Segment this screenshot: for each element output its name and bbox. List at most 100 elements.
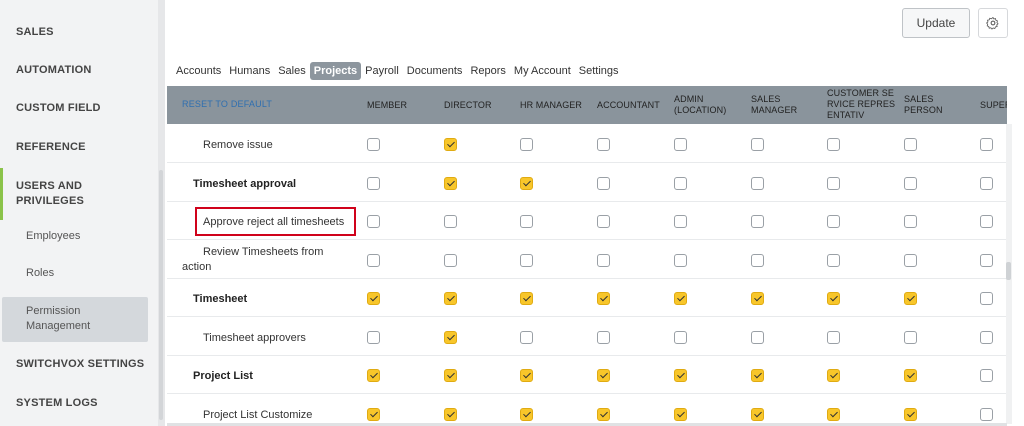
permission-checkbox[interactable] (674, 254, 687, 267)
permission-checkbox[interactable] (827, 177, 840, 190)
permission-checkbox[interactable] (827, 408, 840, 421)
permission-checkbox[interactable] (597, 215, 610, 228)
permission-checkbox[interactable] (597, 292, 610, 305)
sidebar-item-users-and-privileges[interactable]: USERS AND PRIVILEGES (0, 179, 110, 209)
row-label: Project List Customize (203, 409, 313, 421)
permission-checkbox[interactable] (751, 177, 764, 190)
permission-checkbox[interactable] (980, 408, 993, 421)
permission-checkbox[interactable] (520, 369, 533, 382)
permission-checkbox[interactable] (827, 215, 840, 228)
table-row (167, 278, 1007, 317)
sidebar-subitem-permission-management[interactable]: Permission Management (0, 304, 110, 334)
permission-checkbox[interactable] (444, 292, 457, 305)
permission-checkbox[interactable] (904, 369, 917, 382)
tab-my-account[interactable]: My Account (510, 62, 575, 80)
permission-checkbox[interactable] (751, 408, 764, 421)
permission-checkbox[interactable] (827, 292, 840, 305)
permission-checkbox[interactable] (444, 408, 457, 421)
row-label: Review Timesheets from action (182, 246, 324, 273)
permission-checkbox[interactable] (597, 254, 610, 267)
permission-checkbox[interactable] (367, 331, 380, 344)
permission-checkbox[interactable] (827, 331, 840, 344)
tab-repors[interactable]: Repors (466, 62, 509, 80)
sidebar-item-custom-field[interactable]: CUSTOM FIELD (0, 101, 158, 116)
tab-humans[interactable]: Humans (225, 62, 274, 80)
permission-checkbox[interactable] (751, 292, 764, 305)
permission-checkbox[interactable] (674, 292, 687, 305)
tab-projects[interactable]: Projects (309, 62, 362, 80)
permission-checkbox[interactable] (367, 408, 380, 421)
permission-checkbox[interactable] (751, 138, 764, 151)
tab-settings[interactable]: Settings (575, 62, 623, 80)
sidebar-scrollbar-thumb[interactable] (159, 170, 163, 420)
permission-checkbox[interactable] (367, 369, 380, 382)
sidebar-item-sales[interactable]: SALES (0, 25, 158, 40)
permission-checkbox[interactable] (444, 138, 457, 151)
permission-checkbox[interactable] (597, 369, 610, 382)
permission-checkbox[interactable] (904, 408, 917, 421)
permission-checkbox[interactable] (367, 215, 380, 228)
permission-checkbox[interactable] (751, 254, 764, 267)
sidebar-item-reference[interactable]: REFERENCE (0, 140, 158, 155)
permission-checkbox[interactable] (827, 138, 840, 151)
sidebar-subitem-roles[interactable]: Roles (0, 266, 158, 281)
permission-checkbox[interactable] (980, 138, 993, 151)
permission-checkbox[interactable] (751, 331, 764, 344)
permission-checkbox[interactable] (980, 254, 993, 267)
permission-checkbox[interactable] (751, 369, 764, 382)
tab-accounts[interactable]: Accounts (172, 62, 225, 80)
permission-checkbox[interactable] (674, 138, 687, 151)
tab-payroll[interactable]: Payroll (361, 62, 403, 80)
permission-checkbox[interactable] (520, 215, 533, 228)
permission-checkbox[interactable] (597, 177, 610, 190)
permission-checkbox[interactable] (751, 215, 764, 228)
permission-checkbox[interactable] (444, 215, 457, 228)
permission-checkbox[interactable] (597, 138, 610, 151)
permission-checkbox[interactable] (520, 254, 533, 267)
permission-checkbox[interactable] (904, 254, 917, 267)
permission-checkbox[interactable] (520, 138, 533, 151)
sidebar-item-automation[interactable]: AUTOMATION (0, 63, 158, 78)
permission-checkbox[interactable] (827, 369, 840, 382)
sidebar-item-system-logs[interactable]: SYSTEM LOGS (0, 396, 158, 411)
permission-checkbox[interactable] (444, 331, 457, 344)
permission-checkbox[interactable] (444, 369, 457, 382)
permission-checkbox[interactable] (674, 215, 687, 228)
permission-checkbox[interactable] (904, 138, 917, 151)
column-header-hr-manager: HR MANAGER (520, 100, 583, 110)
permission-checkbox[interactable] (674, 408, 687, 421)
permission-checkbox[interactable] (674, 331, 687, 344)
permission-checkbox[interactable] (367, 138, 380, 151)
permission-checkbox[interactable] (904, 177, 917, 190)
tab-sales[interactable]: Sales (274, 62, 310, 80)
permission-checkbox[interactable] (674, 369, 687, 382)
sidebar-subitem-employees[interactable]: Employees (0, 229, 158, 244)
tab-documents[interactable]: Documents (403, 62, 467, 80)
permission-checkbox[interactable] (980, 331, 993, 344)
permission-checkbox[interactable] (520, 292, 533, 305)
permission-checkbox[interactable] (980, 215, 993, 228)
permission-checkbox[interactable] (980, 292, 993, 305)
permission-checkbox[interactable] (597, 408, 610, 421)
sidebar-item-switchvox-settings[interactable]: SWITCHVOX SETTINGS (0, 357, 158, 372)
permission-checkbox[interactable] (367, 292, 380, 305)
permission-checkbox[interactable] (520, 177, 533, 190)
update-button[interactable]: Update (902, 8, 970, 38)
permission-checkbox[interactable] (904, 215, 917, 228)
permission-checkbox[interactable] (597, 331, 610, 344)
permission-checkbox[interactable] (520, 408, 533, 421)
permission-checkbox[interactable] (444, 254, 457, 267)
permission-checkbox[interactable] (520, 331, 533, 344)
permission-checkbox[interactable] (904, 292, 917, 305)
settings-button[interactable] (978, 8, 1008, 38)
permission-checkbox[interactable] (674, 177, 687, 190)
permission-checkbox[interactable] (827, 254, 840, 267)
permission-checkbox[interactable] (980, 369, 993, 382)
reset-to-default-link[interactable]: RESET TO DEFAULT (182, 99, 272, 109)
permission-checkbox[interactable] (904, 331, 917, 344)
permission-checkbox[interactable] (444, 177, 457, 190)
table-scrollbar-thumb[interactable] (1006, 262, 1011, 280)
permission-checkbox[interactable] (367, 177, 380, 190)
permission-checkbox[interactable] (980, 177, 993, 190)
permission-checkbox[interactable] (367, 254, 380, 267)
